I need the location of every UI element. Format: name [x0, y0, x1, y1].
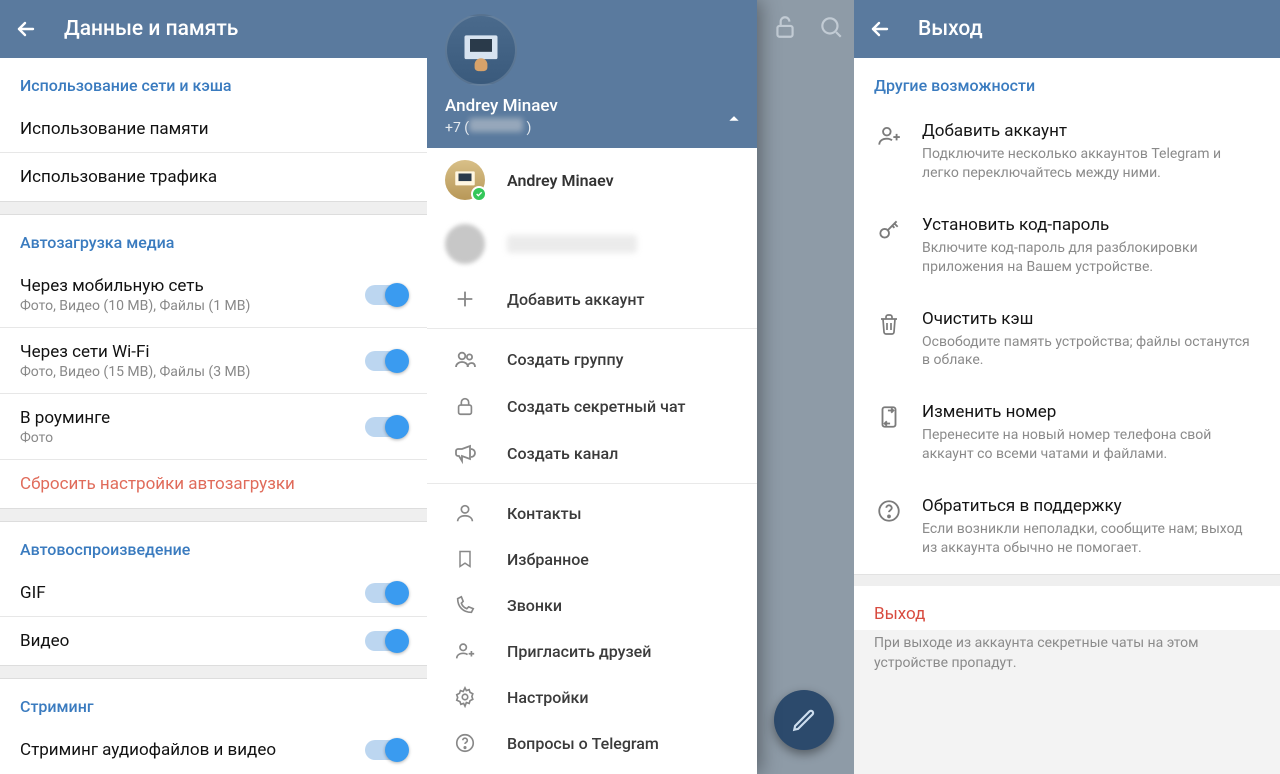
help-circle-icon: [876, 498, 902, 524]
settings-data-storage-screen: Данные и память Использование сети и кэш…: [0, 0, 427, 774]
divider: [0, 508, 427, 522]
section-autoplay-header: Автовоспроизведение: [0, 522, 427, 569]
back-button[interactable]: [866, 15, 894, 43]
header-bar: Данные и память: [0, 0, 427, 58]
key-icon: [876, 217, 902, 243]
separator: [427, 328, 757, 329]
account-name: Andrey Minaev: [507, 171, 614, 190]
account-current[interactable]: Andrey Minaev: [427, 148, 757, 212]
trash-icon: [877, 311, 901, 337]
plus-icon: [454, 288, 476, 310]
separator: [427, 483, 757, 484]
check-badge-icon: [471, 186, 487, 202]
compose-fab[interactable]: [774, 690, 834, 750]
header-bar: Выход: [854, 0, 1280, 58]
reset-auto-download[interactable]: Сбросить настройки автозагрузки: [0, 460, 427, 508]
logout-note: При выходе из аккаунта секретные чаты на…: [854, 630, 1280, 691]
option-clear-cache[interactable]: Очистить кэшОсвободите память устройства…: [854, 293, 1280, 387]
row-traffic-usage[interactable]: Использование трафика: [0, 153, 427, 201]
option-passcode[interactable]: Установить код-парольВключите код-пароль…: [854, 199, 1280, 293]
arrow-left-icon: [14, 17, 38, 41]
unlock-icon[interactable]: [772, 14, 798, 44]
option-add-account[interactable]: Добавить аккаунтПодключите несколько акк…: [854, 105, 1280, 199]
page-title: Данные и память: [64, 17, 238, 41]
accounts-expand-toggle[interactable]: [727, 111, 741, 130]
account-avatar: [445, 160, 485, 200]
lock-icon: [454, 395, 476, 417]
drawer-user-phone: +7 ( ): [445, 118, 739, 136]
bookmark-icon: [455, 548, 475, 570]
menu-contacts[interactable]: Контакты: [427, 490, 757, 536]
sim-swap-icon: [876, 404, 902, 430]
row-streaming[interactable]: Стриминг аудиофайлов и видео: [0, 726, 427, 774]
group-icon: [453, 347, 477, 371]
divider: [854, 574, 1280, 586]
toggle-mobile[interactable]: [365, 285, 407, 305]
toggle-video[interactable]: [365, 631, 407, 651]
divider: [0, 201, 427, 215]
person-icon: [454, 502, 476, 524]
section-automedia-header: Автозагрузка медиа: [0, 215, 427, 262]
blurred-name: [507, 235, 637, 253]
drawer-user-name: Andrey Minaev: [445, 96, 739, 116]
section-usage-header: Использование сети и кэша: [0, 58, 427, 105]
account-avatar-blurred: [445, 224, 485, 264]
row-mobile-data[interactable]: Через мобильную сетьФото, Видео (10 MB),…: [0, 262, 427, 328]
menu-calls[interactable]: Звонки: [427, 582, 757, 628]
phone-icon: [454, 594, 476, 616]
menu-invite[interactable]: Пригласить друзей: [427, 628, 757, 674]
drawer-screen: Andrey Minaev +7 ( ) Andrey Minaev Добав…: [427, 0, 854, 774]
row-storage-usage[interactable]: Использование памяти: [0, 105, 427, 153]
section-other-options: Другие возможности: [854, 58, 1280, 105]
menu-secret-chat[interactable]: Создать секретный чат: [427, 383, 757, 429]
toggle-streaming[interactable]: [365, 740, 407, 760]
toggle-wifi[interactable]: [365, 351, 407, 371]
account-secondary[interactable]: [427, 212, 757, 276]
pencil-icon: [791, 707, 817, 733]
navigation-drawer: Andrey Minaev +7 ( ) Andrey Minaev Добав…: [427, 0, 757, 774]
toggle-gif[interactable]: [365, 583, 407, 603]
help-icon: [454, 732, 476, 754]
option-support[interactable]: Обратиться в поддержкуЕсли возникли непо…: [854, 480, 1280, 574]
option-change-number[interactable]: Изменить номерПеренесите на новый номер …: [854, 386, 1280, 480]
add-user-icon: [876, 123, 902, 149]
divider: [0, 665, 427, 679]
logout-button[interactable]: Выход: [854, 586, 1280, 630]
menu-saved[interactable]: Избранное: [427, 536, 757, 582]
menu-settings[interactable]: Настройки: [427, 674, 757, 720]
menu-new-group[interactable]: Создать группу: [427, 335, 757, 383]
blurred-phone: [469, 118, 523, 132]
row-gif[interactable]: GIF: [0, 569, 427, 617]
row-video[interactable]: Видео: [0, 617, 427, 665]
page-title: Выход: [918, 17, 983, 41]
add-account-row[interactable]: Добавить аккаунт: [427, 276, 757, 322]
empty-area: [854, 691, 1280, 774]
logout-screen: Выход Другие возможности Добавить аккаун…: [854, 0, 1280, 774]
row-roaming[interactable]: В роумингеФото: [0, 394, 427, 460]
menu-faq[interactable]: Вопросы о Telegram: [427, 720, 757, 766]
drawer-header: Andrey Minaev +7 ( ): [427, 0, 757, 148]
arrow-left-icon: [868, 17, 892, 41]
back-button[interactable]: [12, 15, 40, 43]
toggle-roaming[interactable]: [365, 417, 407, 437]
avatar[interactable]: [445, 14, 517, 86]
invite-icon: [453, 640, 477, 662]
chevron-up-icon: [727, 112, 741, 126]
menu-new-channel[interactable]: Создать канал: [427, 429, 757, 477]
chat-background-dimmed: [757, 0, 854, 774]
row-wifi[interactable]: Через сети Wi-FiФото, Видео (15 MB), Фай…: [0, 328, 427, 394]
megaphone-icon: [453, 441, 477, 465]
gear-icon: [454, 686, 476, 708]
search-icon[interactable]: [818, 14, 844, 44]
section-streaming-header: Стриминг: [0, 679, 427, 726]
top-toolbar-icons: [772, 14, 844, 44]
